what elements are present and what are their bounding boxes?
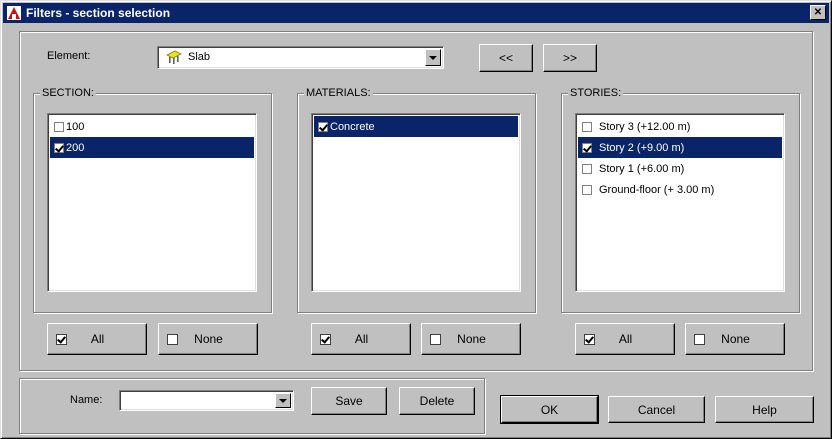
- section-all-button[interactable]: All: [47, 323, 147, 355]
- section-none-button[interactable]: None: [158, 323, 258, 355]
- materials-list[interactable]: Concrete: [311, 113, 521, 292]
- unchecked-box-icon: [694, 333, 705, 345]
- section-100-label: 100: [66, 120, 85, 133]
- help-button[interactable]: Help: [715, 396, 814, 423]
- section-100-checkbox[interactable]: [54, 121, 64, 132]
- ok-button[interactable]: OK: [500, 395, 599, 424]
- chevron-down-icon: [429, 55, 437, 60]
- name-dropdown-button[interactable]: [275, 393, 291, 408]
- materials-none-label: None: [457, 332, 486, 346]
- checked-box-icon: [584, 333, 595, 345]
- concrete-label: Concrete: [330, 120, 375, 133]
- title-bar[interactable]: Filters - section selection ✕: [3, 3, 829, 23]
- name-label: Name:: [70, 394, 103, 406]
- delete-button[interactable]: Delete: [399, 387, 475, 415]
- story-1-label: Story 1 (+6.00 m): [599, 162, 685, 175]
- filters-dialog: Filters - section selection ✕ Element: S…: [0, 0, 832, 439]
- story-2-label: Story 2 (+9.00 m): [599, 141, 685, 154]
- list-item-ground-floor[interactable]: Ground-floor (+ 3.00 m): [578, 179, 782, 200]
- name-combobox[interactable]: [119, 390, 294, 411]
- section-200-checkbox[interactable]: [54, 142, 64, 153]
- ground-floor-label: Ground-floor (+ 3.00 m): [599, 183, 715, 196]
- element-value: Slab: [188, 51, 211, 63]
- concrete-checkbox[interactable]: [318, 121, 328, 132]
- list-item-section-200[interactable]: 200: [50, 137, 254, 158]
- story-2-checkbox[interactable]: [582, 142, 592, 153]
- slab-icon: [166, 50, 182, 67]
- materials-none-button[interactable]: None: [421, 323, 521, 355]
- stories-title: STORIES:: [568, 87, 624, 99]
- story-1-checkbox[interactable]: [582, 163, 592, 174]
- previous-element-button[interactable]: <<: [479, 44, 533, 72]
- section-title: SECTION:: [40, 87, 96, 99]
- stories-none-button[interactable]: None: [685, 323, 785, 355]
- stories-all-button[interactable]: All: [575, 323, 675, 355]
- materials-title: MATERIALS:: [304, 87, 373, 99]
- checked-box-icon: [320, 333, 331, 345]
- list-item-story-2[interactable]: Story 2 (+9.00 m): [578, 137, 782, 158]
- next-element-button[interactable]: >>: [543, 44, 597, 72]
- section-all-label: All: [90, 332, 105, 346]
- unchecked-box-icon: [430, 333, 441, 345]
- list-item-section-100[interactable]: 100: [50, 116, 254, 137]
- close-icon: ✕: [813, 6, 823, 18]
- element-dropdown-button[interactable]: [425, 49, 441, 66]
- list-item-story-1[interactable]: Story 1 (+6.00 m): [578, 158, 782, 179]
- materials-all-label: All: [354, 332, 369, 346]
- list-item-story-3[interactable]: Story 3 (+12.00 m): [578, 116, 782, 137]
- element-label: Element:: [47, 50, 91, 62]
- section-list[interactable]: 100 200: [47, 113, 257, 292]
- materials-all-button[interactable]: All: [311, 323, 411, 355]
- unchecked-box-icon: [167, 333, 178, 345]
- checked-box-icon: [56, 333, 67, 345]
- app-icon: [6, 5, 22, 21]
- list-item-material-concrete[interactable]: Concrete: [314, 116, 518, 137]
- stories-list[interactable]: Story 3 (+12.00 m) Story 2 (+9.00 m) Sto…: [575, 113, 785, 292]
- close-button[interactable]: ✕: [810, 5, 826, 20]
- stories-all-label: All: [618, 332, 633, 346]
- save-button[interactable]: Save: [311, 387, 387, 415]
- ground-floor-checkbox[interactable]: [582, 184, 592, 195]
- element-combobox[interactable]: Slab: [157, 46, 444, 69]
- stories-none-label: None: [721, 332, 750, 346]
- story-3-label: Story 3 (+12.00 m): [599, 120, 691, 133]
- chevron-down-icon: [279, 398, 287, 403]
- section-200-label: 200: [66, 141, 85, 154]
- story-3-checkbox[interactable]: [582, 121, 592, 132]
- window-title: Filters - section selection: [26, 6, 171, 20]
- cancel-button[interactable]: Cancel: [608, 396, 705, 423]
- section-none-label: None: [194, 332, 223, 346]
